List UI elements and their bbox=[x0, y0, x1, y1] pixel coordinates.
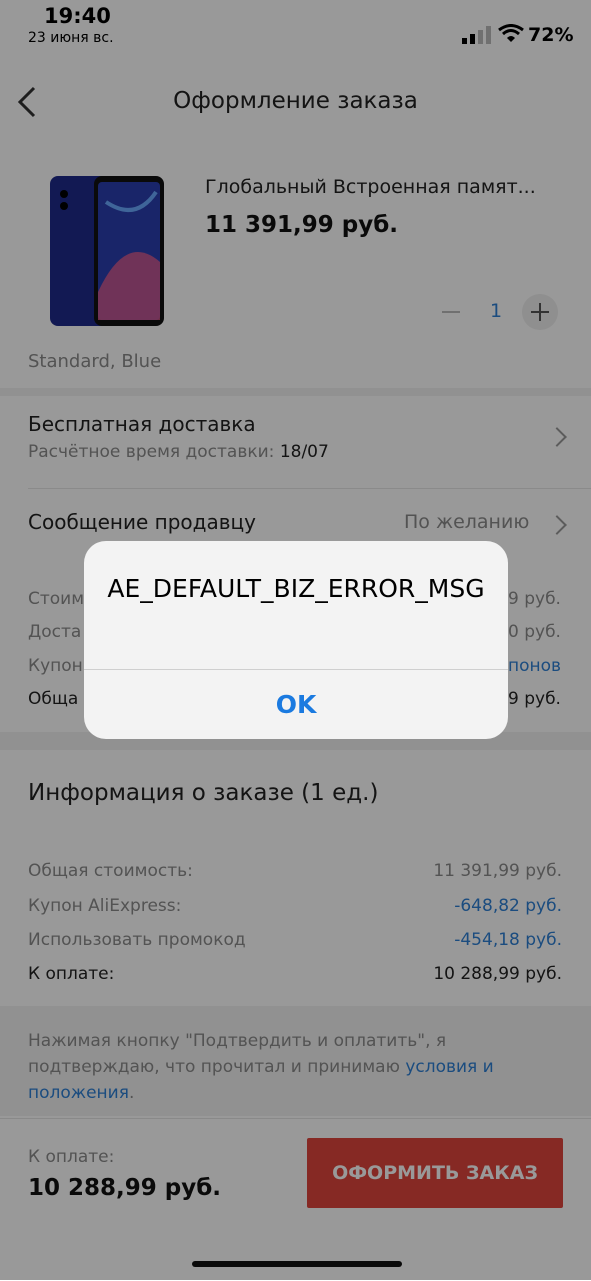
alert-ok-button[interactable]: OK bbox=[84, 670, 508, 739]
alert-message: AE_DEFAULT_BIZ_ERROR_MSG bbox=[107, 574, 485, 603]
error-alert: AE_DEFAULT_BIZ_ERROR_MSG OK bbox=[84, 541, 508, 739]
